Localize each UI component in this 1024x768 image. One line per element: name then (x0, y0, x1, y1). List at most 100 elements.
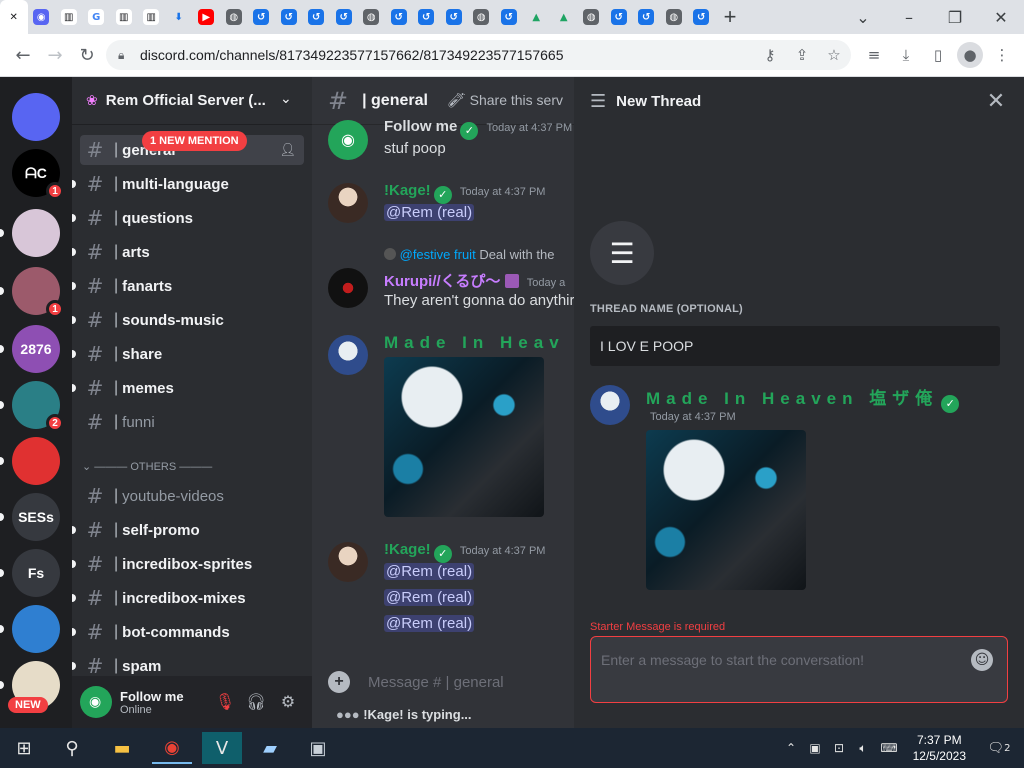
tray-app-icon[interactable]: ▣ (806, 739, 824, 757)
bookmark-star-icon[interactable]: ☆ (821, 42, 847, 68)
new-servers-badge[interactable]: NEW (8, 697, 48, 713)
app-window-icon[interactable]: ▣ (298, 732, 338, 764)
gear-icon[interactable]: ⚙ (277, 690, 299, 712)
browser-tab[interactable]: ↺ (248, 0, 276, 34)
headphones-icon[interactable]: 🎧︎ (245, 690, 267, 712)
browser-tab[interactable]: ↺ (385, 0, 413, 34)
reload-icon[interactable]: ↻ (72, 40, 102, 70)
message-author[interactable]: !Kage! ✓ Today at 4:37 PM (384, 541, 545, 563)
user-mention[interactable]: @Rem (real) (384, 589, 475, 606)
share-icon[interactable]: ⇪ (789, 42, 815, 68)
notification-center-icon[interactable]: 🗨︎ 2 (986, 739, 1012, 757)
server-art-icon[interactable] (12, 605, 60, 653)
browser-tab[interactable]: ▶ (193, 0, 221, 34)
channel-multi-language[interactable]: # | multi-language (72, 169, 304, 199)
maximize-icon[interactable]: ❐ (932, 0, 978, 34)
browser-tab[interactable]: ⬇ (165, 0, 193, 34)
forward-icon[interactable]: → (40, 40, 70, 70)
server-teal-icon[interactable]: 2 (12, 381, 64, 432)
close-icon[interactable]: ✕ (984, 89, 1008, 114)
new-mention-pill[interactable]: 1 NEW MENTION (142, 131, 247, 151)
browser-tab[interactable]: ▲ (550, 0, 578, 34)
category-others[interactable]: ⌄ ——— OTHERS ——— (82, 460, 212, 473)
image-attachment[interactable] (646, 430, 806, 590)
tray-chevron-icon[interactable]: ⌃ (782, 739, 800, 757)
volume-muted-icon[interactable]: 🔈︎ (854, 739, 872, 757)
emoji-icon[interactable]: ☺ (971, 649, 993, 671)
avatar[interactable] (328, 268, 368, 308)
image-attachment[interactable] (384, 357, 544, 517)
server-2876-icon[interactable]: 2876 (12, 325, 60, 373)
channel-sounds-music[interactable]: # | sounds-music (72, 305, 304, 335)
message-author[interactable]: Kurupi//くるぴ〜 Today a (384, 270, 565, 291)
channel-incredibox-mixes[interactable]: # | incredibox-mixes (72, 583, 304, 613)
browser-tab[interactable]: ◍ (578, 0, 606, 34)
channel-incredibox-sprites[interactable]: # | incredibox-sprites (72, 549, 304, 579)
browser-tab[interactable]: ↺ (605, 0, 633, 34)
browser-tab[interactable]: ↺ (303, 0, 331, 34)
browser-tab[interactable]: ◍ (358, 0, 386, 34)
side-panel-icon[interactable]: ▯ (925, 42, 951, 68)
browser-tab[interactable]: ◍ (468, 0, 496, 34)
key-icon[interactable]: ⚷ (757, 42, 783, 68)
message-author[interactable]: Follow me ✓ Today at 4:37 PM (384, 118, 572, 140)
browser-tab[interactable]: ◍ (220, 0, 248, 34)
browser-tab[interactable]: ◍ (660, 0, 688, 34)
create-invite-icon[interactable]: 👤︎ (279, 143, 296, 158)
search-icon[interactable]: ⚲ (52, 732, 92, 764)
channel-funni[interactable]: # | funni (80, 407, 304, 437)
avatar[interactable]: ◉ (328, 120, 368, 160)
channel-youtube-videos[interactable]: # | youtube-videos (80, 481, 304, 511)
windows-start-icon[interactable]: ⊞ (4, 732, 44, 764)
browser-tab[interactable]: ↺ (275, 0, 303, 34)
avatar[interactable]: ◉ (80, 686, 112, 718)
avatar[interactable] (328, 183, 368, 223)
minimize-icon[interactable]: – (886, 0, 932, 34)
browser-tab[interactable]: ↺ (633, 0, 661, 34)
server-red-icon[interactable] (12, 437, 60, 485)
browser-tab[interactable]: ▥ (138, 0, 166, 34)
starter-message-input[interactable]: Enter a message to start the conversatio… (590, 636, 1008, 703)
channel-fanarts[interactable]: # | fanarts (72, 271, 304, 301)
close-window-icon[interactable]: ✕ (978, 0, 1024, 34)
keyboard-icon[interactable]: ⌨ (880, 739, 898, 757)
thread-name-input[interactable]: I LOV E POOP (590, 326, 1000, 366)
address-bar[interactable]: 🔒︎ discord.com/channels/8173492235771576… (106, 40, 851, 70)
channel-questions[interactable]: # | questions (72, 203, 304, 233)
mic-muted-icon[interactable]: 🎙︎ (214, 690, 236, 712)
add-attachment-icon[interactable]: + (328, 671, 350, 693)
avatar[interactable] (328, 542, 368, 582)
channel-self-promo[interactable]: # | self-promo (72, 515, 304, 545)
channel-memes[interactable]: # | memes (72, 373, 304, 403)
server-fs-icon[interactable]: Fs (12, 549, 60, 597)
share-server-button[interactable]: 🧪︎ Share this serv (448, 92, 563, 109)
download-icon[interactable]: ⤓ (893, 42, 919, 68)
discord-home-icon[interactable] (12, 93, 60, 141)
system-clock[interactable]: 7:37 PM 12/5/2023 (913, 732, 966, 764)
browser-tab[interactable]: ▲ (523, 0, 551, 34)
tray-network-icon[interactable]: ⊡ (830, 739, 848, 757)
new-tab-button[interactable]: + (715, 0, 745, 34)
avatar[interactable] (590, 385, 630, 425)
browser-tab[interactable]: ↺ (330, 0, 358, 34)
channel-bot-commands[interactable]: # | bot-commands (72, 617, 304, 647)
reply-preview[interactable]: @festive fruit Deal with the (384, 247, 554, 262)
browser-tab[interactable]: ↺ (440, 0, 468, 34)
message-author[interactable]: Made In Heav (384, 333, 565, 353)
user-mention[interactable]: @Rem (real) (384, 204, 475, 221)
user-mention[interactable]: @Rem (real) (384, 563, 475, 580)
file-explorer-icon[interactable]: ▬ (102, 732, 142, 764)
tab-search-icon[interactable]: ⌄ (840, 0, 886, 34)
browser-tab[interactable]: ↺ (688, 0, 716, 34)
back-icon[interactable]: ← (8, 40, 38, 70)
server-anime2-icon[interactable]: 1 (12, 267, 64, 318)
user-mention[interactable]: @Rem (real) (384, 615, 475, 632)
channel-share[interactable]: # | share (72, 339, 304, 369)
menu-kebab-icon[interactable]: ⋮ (989, 42, 1015, 68)
server-header[interactable]: ❀ Rem Official Server (... ⌄ (72, 77, 312, 125)
avatar[interactable] (328, 335, 368, 375)
server-sess-icon[interactable]: SESs (12, 493, 60, 541)
message-composer[interactable]: + Message # | general (328, 667, 574, 697)
browser-tab[interactable]: ▥ (55, 0, 83, 34)
channel-arts[interactable]: # | arts (72, 237, 304, 267)
